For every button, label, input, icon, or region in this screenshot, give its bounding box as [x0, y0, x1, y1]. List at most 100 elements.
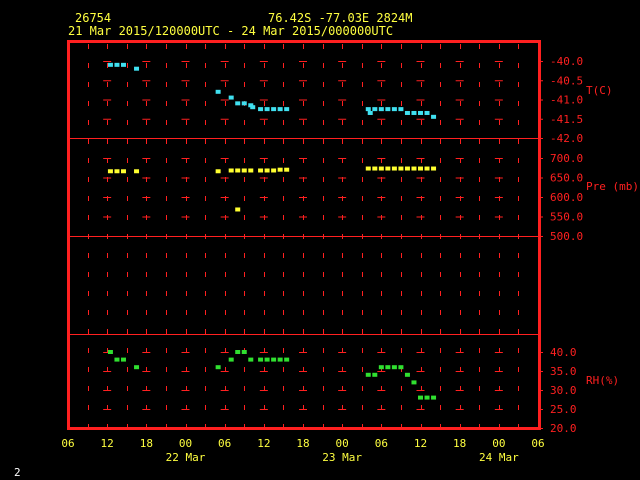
data-point — [235, 207, 241, 212]
data-point — [277, 357, 283, 362]
y-tick-label: -41.5 — [550, 113, 583, 126]
y-tick-label: -40.0 — [550, 55, 583, 68]
data-point — [107, 169, 113, 174]
y-tick-label: 35.0 — [550, 365, 577, 378]
x-tick-label: 18 — [140, 437, 153, 450]
x-tick-label: 18 — [453, 437, 466, 450]
data-point — [418, 166, 423, 171]
data-point — [241, 101, 247, 106]
data-point — [277, 167, 283, 172]
x-tick-label: 12 — [414, 437, 427, 450]
y-tick-label: 25.0 — [550, 403, 577, 416]
data-point — [284, 107, 290, 112]
data-point — [235, 168, 241, 173]
data-point — [241, 168, 247, 173]
x-tick-label: 00 — [492, 437, 505, 450]
time-period: 21 Mar 2015/120000UTC - 24 Mar 2015/0000… — [68, 24, 393, 38]
data-point — [271, 107, 277, 112]
data-point — [424, 395, 430, 400]
y-tick-label: 700.0 — [550, 152, 583, 165]
data-point — [424, 166, 430, 171]
data-point — [411, 380, 417, 385]
meteogram-svg: 26754 76.42S -77.03E 2824M 21 Mar 2015/1… — [14, 11, 639, 479]
x-tick-label: 18 — [296, 437, 309, 450]
data-point — [235, 350, 241, 354]
data-point — [120, 62, 126, 67]
station-id: 26754 — [75, 11, 111, 25]
data-point — [372, 372, 378, 377]
data-point — [264, 168, 270, 173]
data-point — [367, 110, 373, 115]
data-point — [378, 107, 384, 112]
data-point — [134, 365, 140, 370]
data-point — [404, 166, 410, 171]
data-point — [378, 365, 384, 370]
x-tick-label: 06 — [375, 437, 388, 450]
data-point — [120, 169, 126, 174]
data-point — [424, 110, 430, 115]
station-location: 76.42S -77.03E 2824M — [268, 11, 413, 25]
data-point — [385, 107, 391, 112]
data-point — [418, 395, 423, 400]
data-point — [391, 107, 397, 112]
data-point — [114, 357, 120, 362]
page-number: 2 — [14, 466, 21, 479]
y-tick-label: -40.5 — [550, 74, 583, 87]
data-point — [398, 365, 404, 370]
data-point — [134, 66, 140, 71]
data-point — [248, 168, 254, 173]
x-day-label: 22 Mar — [166, 451, 206, 464]
data-point — [431, 114, 437, 119]
data-point — [398, 166, 404, 171]
data-point — [258, 168, 264, 173]
data-point — [258, 357, 264, 362]
x-tick-label: 06 — [218, 437, 231, 450]
x-day-label: 24 Mar — [479, 451, 519, 464]
data-point — [107, 350, 113, 354]
data-point — [271, 168, 277, 173]
data-point — [378, 166, 384, 171]
y-tick-label: 30.0 — [550, 384, 577, 397]
x-day-label: 23 Mar — [322, 451, 362, 464]
data-point — [431, 395, 437, 400]
data-point — [411, 110, 417, 115]
marks-layer — [107, 62, 437, 400]
data-point — [271, 357, 277, 362]
data-point — [114, 169, 120, 174]
data-point — [431, 166, 437, 171]
data-point — [241, 350, 247, 354]
data-point — [365, 166, 371, 171]
data-point — [365, 107, 371, 112]
data-point — [411, 166, 417, 171]
labels-layer: -40.0 -40.5 -41.0 -41.5 -42.0 T(C) 700.0 650.0 6… — [61, 55, 639, 464]
data-point — [215, 89, 221, 94]
data-point — [134, 169, 140, 174]
data-point — [235, 101, 241, 106]
data-point — [264, 357, 270, 362]
y-tick-label: -42.0 — [550, 132, 583, 145]
x-tick-label: 00 — [336, 437, 349, 450]
data-point — [372, 107, 378, 112]
y-axis-label: Pre (mb) — [586, 180, 639, 193]
data-point — [258, 107, 264, 112]
x-tick-label: 06 — [531, 437, 544, 450]
x-tick-label: 06 — [61, 437, 74, 450]
x-tick-label: 00 — [179, 437, 192, 450]
data-point — [215, 365, 221, 370]
data-point — [365, 372, 371, 377]
data-point — [418, 110, 423, 115]
y-axis-label: T(C) — [586, 84, 613, 97]
data-point — [404, 110, 410, 115]
y-axis-label: RH(%) — [586, 374, 619, 387]
data-point — [404, 372, 410, 377]
grid-layer — [68, 44, 543, 429]
y-tick-label: 600.0 — [550, 191, 583, 204]
data-point — [250, 105, 256, 110]
y-tick-label: -41.0 — [550, 94, 583, 107]
data-point — [107, 62, 113, 67]
data-point — [228, 95, 234, 100]
data-point — [264, 107, 270, 112]
data-point — [385, 166, 391, 171]
y-tick-label: 500.0 — [550, 230, 583, 243]
y-tick-label: 550.0 — [550, 211, 583, 224]
